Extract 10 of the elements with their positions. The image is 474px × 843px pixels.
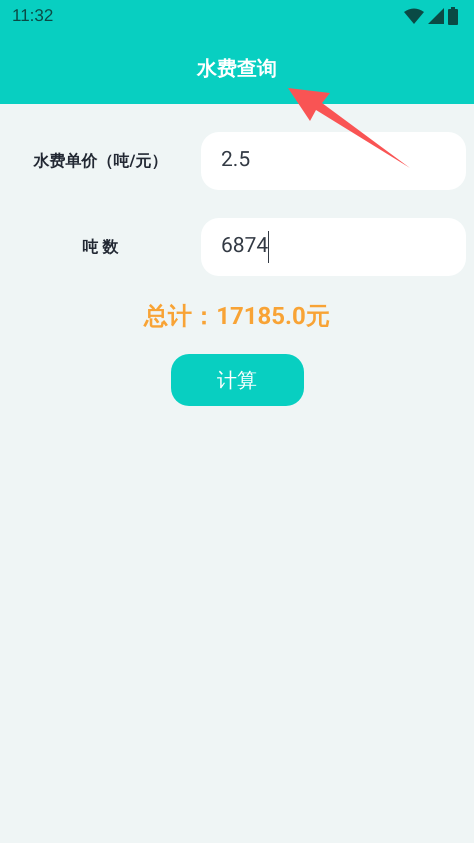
- total-amount: 总计：17185.0元: [144, 301, 330, 332]
- status-time: 11:32: [12, 5, 54, 28]
- signal-icon: [428, 8, 444, 24]
- battery-icon: [448, 7, 458, 25]
- field-label: 水费单价（吨/元）: [32, 150, 168, 172]
- input-field[interactable]: 6874: [201, 218, 466, 276]
- input-field[interactable]: 2.5: [201, 132, 466, 190]
- wifi-icon: [404, 8, 424, 24]
- field-label: 吨 数: [82, 236, 120, 258]
- page-title: 水费查询: [197, 55, 277, 82]
